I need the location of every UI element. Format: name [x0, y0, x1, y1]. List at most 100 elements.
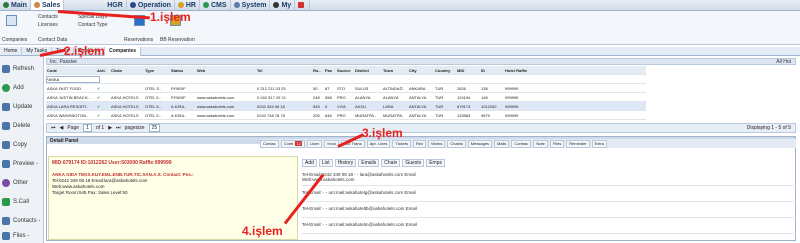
grid-column-header[interactable]: Pax: [324, 68, 336, 73]
table-row[interactable]: ASKA WASHINGTON.. ✔ ASKA HOTELS OTEL 5.. A.K…: [46, 111, 646, 120]
contact-item[interactable]: Tel-Email: - - um:mail:askahoteltb@askah…: [302, 206, 796, 218]
grid-column-header[interactable]: Town: [382, 68, 408, 73]
contacts-button[interactable]: Contacts -: [2, 214, 44, 228]
table-row[interactable]: ASKA FAST FOOD ✔ OTEL S.. P.PASIF 0 212 211 …: [46, 84, 646, 93]
contact-list-button[interactable]: List: [318, 158, 333, 167]
detail-tab[interactable]: Licen: [306, 139, 323, 148]
detail-tab[interactable]: Reminder: [566, 139, 590, 148]
phone-icon: [2, 198, 10, 206]
nav-hgr[interactable]: HGR: [104, 0, 127, 10]
copy-button[interactable]: Copy: [2, 138, 44, 152]
ribbon-contacts[interactable]: Contacts: [38, 14, 58, 20]
update-button[interactable]: Update: [2, 100, 44, 114]
scall-button[interactable]: S.Call: [2, 195, 44, 209]
grid-column-header[interactable]: Hotel Raffle: [504, 68, 534, 73]
table-cell: STO: [337, 85, 346, 91]
grid-column-header[interactable]: District: [354, 68, 382, 73]
tab-companies[interactable]: Companies: [105, 46, 142, 56]
question-icon: [2, 179, 10, 187]
detail-tab[interactable]: Contrac: [511, 139, 532, 148]
count-badge: 12: [295, 141, 302, 146]
table-cell: SULUS: [355, 85, 369, 91]
grid-column-header[interactable]: Country: [434, 68, 456, 73]
grid-column-header[interactable]: Acti.: [96, 68, 110, 73]
grid-column-header[interactable]: Status: [170, 68, 196, 73]
grid-column-header[interactable]: Code: [46, 68, 96, 73]
ribbon-companies[interactable]: Companies: [2, 37, 27, 43]
detail-tab[interactable]: Tickets: [392, 139, 411, 148]
detail-tab[interactable]: Works: [428, 139, 446, 148]
table-cell: ASKA HOTELS: [111, 103, 139, 109]
ribbon-licenses[interactable]: Licenses: [38, 22, 58, 28]
detail-tab[interactable]: Contr. 12: [280, 139, 305, 148]
detail-tab[interactable]: Apt. Lines: [366, 139, 391, 148]
ribbon-contact-type[interactable]: Contact Type: [78, 22, 107, 28]
detail-tab[interactable]: Chains: [447, 139, 466, 148]
table-cell: OTEL S..: [145, 85, 162, 91]
table-cell: P.PASIF: [171, 85, 186, 91]
contact-chain-button[interactable]: Chain: [381, 158, 401, 167]
table-cell: 545: [313, 103, 320, 109]
grid-column-header[interactable]: Web: [196, 68, 256, 73]
grid-column-header[interactable]: ID: [480, 68, 504, 73]
add-button[interactable]: Add: [2, 81, 44, 95]
grid-column-header[interactable]: Type: [144, 68, 170, 73]
ribbon-reservations[interactable]: Reservations: [124, 37, 153, 43]
prev-page-icon[interactable]: ◀: [60, 125, 64, 131]
first-page-icon[interactable]: ⏮: [51, 125, 56, 131]
page-input[interactable]: 1: [83, 124, 92, 132]
files-button[interactable]: Files -: [2, 229, 44, 243]
contact-item[interactable]: Tel-Email:0242 349 08 18 - - lara@askaho…: [302, 172, 796, 186]
code-filter-input[interactable]: [46, 75, 100, 83]
detail-tab[interactable]: Mails: [494, 139, 510, 148]
contact-item[interactable]: Tel-Email: - - um:mail:askahotelg@askaho…: [302, 190, 796, 202]
grid-column-header[interactable]: City: [408, 68, 434, 73]
nav-my[interactable]: My: [270, 0, 296, 10]
nav-hr[interactable]: HR: [175, 0, 200, 10]
table-row[interactable]: ASKA LARA RESORT.. ✔ ASKA HOTELS OTEL 5.. A.…: [46, 102, 646, 111]
detail-tab[interactable]: Extra: [591, 139, 607, 148]
delete-button[interactable]: Delete: [2, 119, 44, 133]
companies-icon[interactable]: [6, 15, 17, 26]
grid-column-header[interactable]: Ro..: [312, 68, 324, 73]
contact-emps-button[interactable]: Emps: [426, 158, 445, 167]
ribbon-contact-data[interactable]: Contact Data: [38, 37, 67, 43]
table-cell: ✔: [97, 94, 101, 100]
grid-column-header[interactable]: MID: [456, 68, 480, 73]
detail-tab[interactable]: Messages: [467, 139, 493, 148]
contact-add-button[interactable]: Add: [302, 158, 317, 167]
table-cell: ASKA LARA RESORT..: [47, 103, 89, 109]
table-cell: OTEL 5..: [145, 94, 161, 100]
close-tab-button[interactable]: [295, 0, 311, 10]
pagesize-select[interactable]: 25: [148, 124, 161, 132]
next-page-icon[interactable]: ▶: [108, 125, 112, 131]
contact-emails-button[interactable]: Emails: [358, 158, 380, 167]
refresh-button[interactable]: Refresh: [2, 62, 44, 76]
detail-tab[interactable]: Rez: [412, 139, 427, 148]
grid-column-header[interactable]: Source: [336, 68, 354, 73]
detail-tab[interactable]: Invoi: [324, 139, 339, 148]
tab-home[interactable]: Home: [0, 46, 23, 56]
nav-system[interactable]: System: [231, 0, 271, 10]
ribbon-bb-reservation[interactable]: BB Reservation: [160, 37, 195, 43]
detail-tab[interactable]: Contac: [260, 139, 279, 148]
other-button[interactable]: Other: [2, 176, 44, 190]
last-page-icon[interactable]: ⏭: [116, 125, 121, 131]
detail-tab[interactable]: Files: [549, 139, 565, 148]
nav-sales[interactable]: Sales: [30, 0, 65, 10]
table-row[interactable]: ASKA JUSTIN BEACH.. ✔ ASKA HOTELS OTEL 5.. P…: [46, 93, 646, 102]
company-web: Web:www.askahotels.com: [52, 184, 105, 189]
nav-cms[interactable]: CMS: [200, 0, 231, 10]
table-cell: A.KIRA..: [171, 112, 187, 118]
preview-button[interactable]: Preview -: [2, 157, 44, 171]
update-icon: [2, 103, 10, 111]
nav-operation[interactable]: Operation: [127, 0, 175, 10]
grid-column-header[interactable]: Chain: [110, 68, 144, 73]
contact-item[interactable]: Tel-Email: - - um:mail:askahotelm@askaho…: [302, 222, 796, 234]
contact-guests-button[interactable]: Guests: [402, 158, 425, 167]
nav-main[interactable]: Main: [0, 0, 31, 10]
contact-history-button[interactable]: History: [334, 158, 357, 167]
table-cell: ✔: [97, 85, 101, 91]
grid-column-header[interactable]: Tel: [256, 68, 312, 73]
detail-tab[interactable]: Note: [533, 139, 548, 148]
